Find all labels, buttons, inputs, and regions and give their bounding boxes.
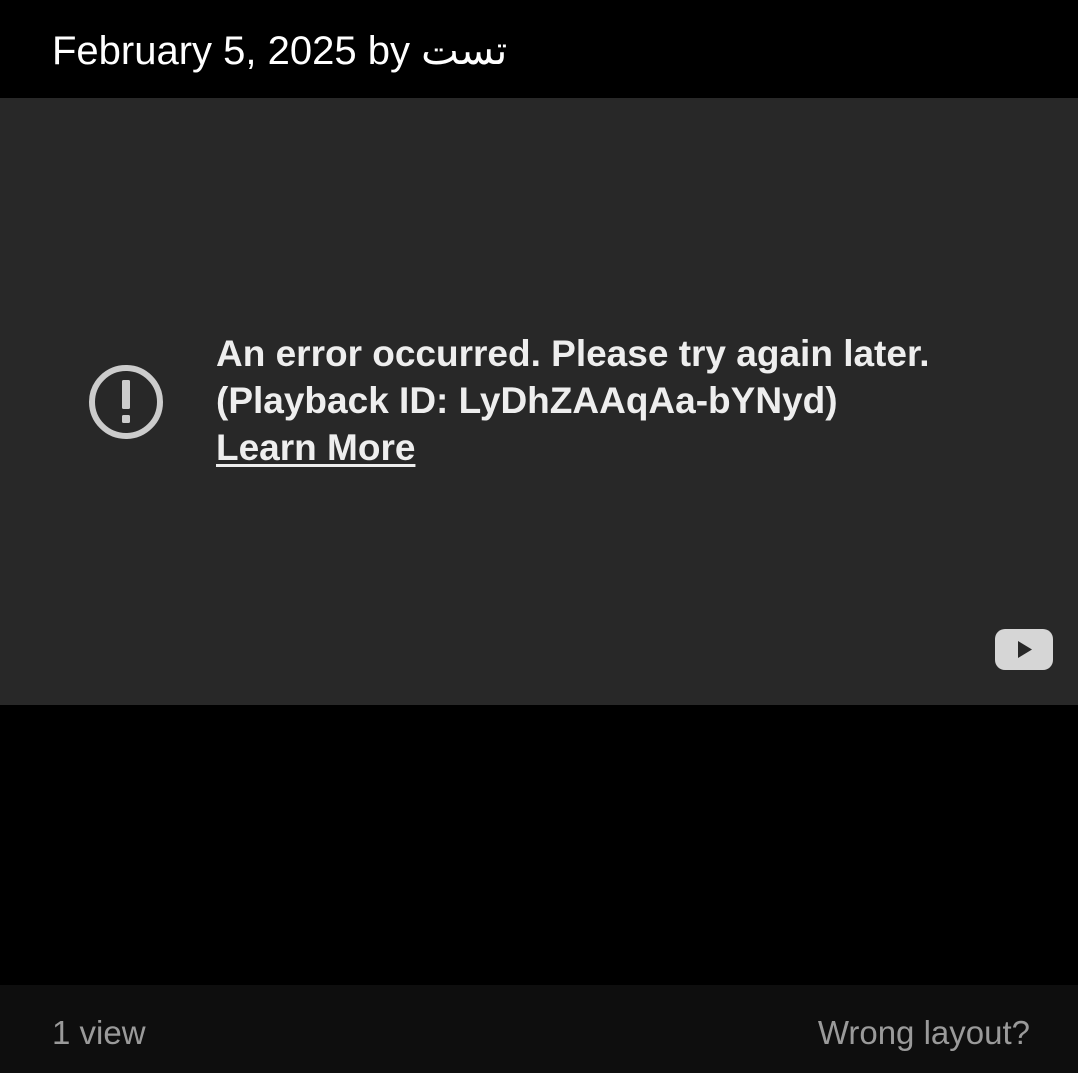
error-message-block: An error occurred. Please try again late…: [216, 330, 930, 471]
post-header: February 5, 2025 by تست: [0, 0, 1078, 98]
post-date: February 5, 2025: [52, 29, 357, 73]
error-message: An error occurred. Please try again late…: [216, 333, 930, 374]
exclamation-circle-icon: [89, 365, 163, 439]
youtube-logo-icon[interactable]: [995, 629, 1053, 670]
post-page: February 5, 2025 by تست An error occurre…: [0, 0, 1078, 1073]
playback-id: (Playback ID: LyDhZAAqAa-bYNyd): [216, 380, 838, 421]
wrong-layout-link[interactable]: Wrong layout?: [818, 1013, 1030, 1053]
post-footer: 1 view Wrong layout?: [0, 985, 1078, 1073]
post-author[interactable]: تست: [421, 28, 507, 74]
video-player[interactable]: An error occurred. Please try again late…: [0, 98, 1078, 705]
learn-more-link[interactable]: Learn More: [216, 424, 930, 471]
view-count: 1 view: [52, 1014, 146, 1051]
by-label: by: [367, 29, 411, 73]
post-meta: February 5, 2025 by تست: [52, 26, 507, 76]
